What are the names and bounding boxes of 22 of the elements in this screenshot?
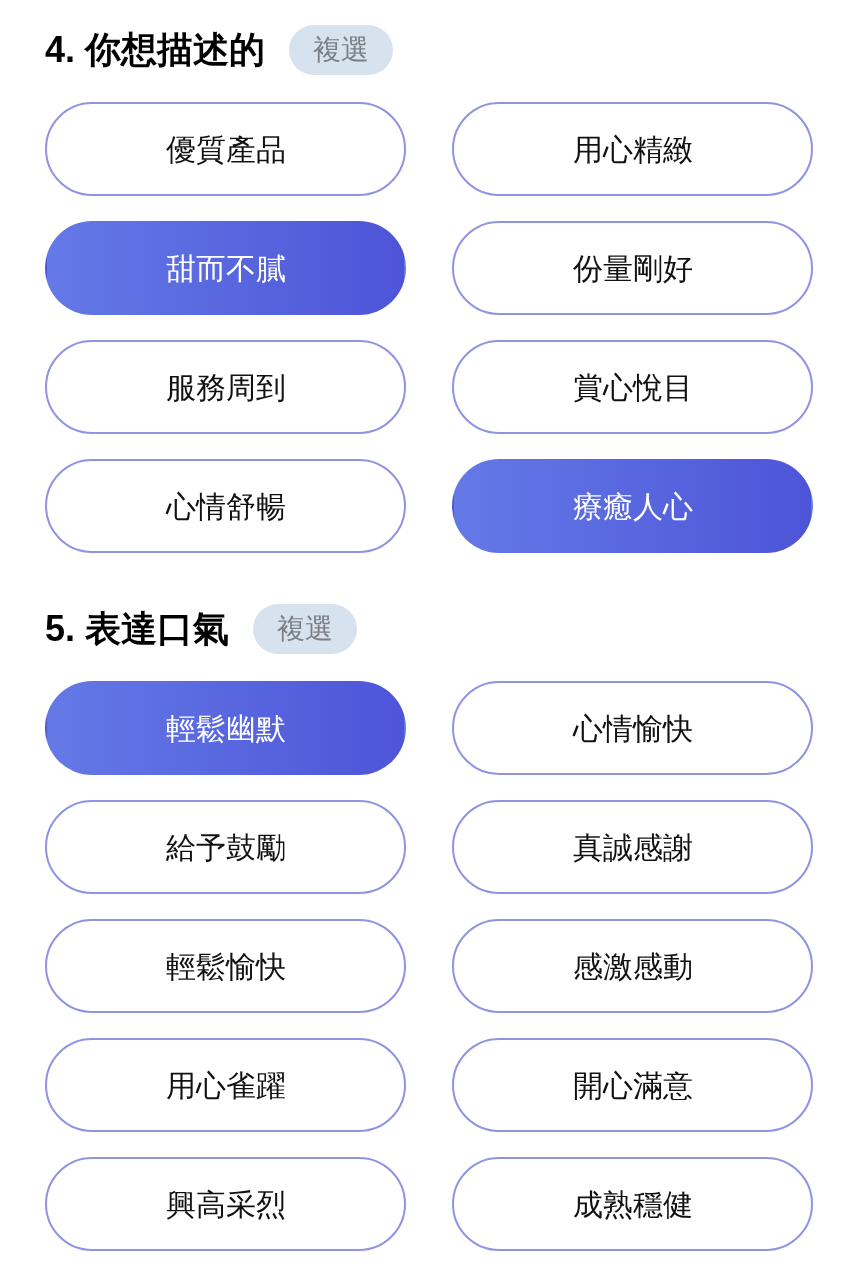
option-chip[interactable]: 用心雀躍 xyxy=(45,1038,406,1132)
option-chip[interactable]: 輕鬆愉快 xyxy=(45,919,406,1013)
option-chip[interactable]: 服務周到 xyxy=(45,340,406,434)
option-chip[interactable]: 心情愉快 xyxy=(452,681,813,775)
option-chip[interactable]: 給予鼓勵 xyxy=(45,800,406,894)
option-chip[interactable]: 成熟穩健 xyxy=(452,1157,813,1251)
option-chip[interactable]: 份量剛好 xyxy=(452,221,813,315)
option-chip[interactable]: 療癒人心 xyxy=(452,459,813,553)
question-title: 5. 表達口氣 xyxy=(45,611,230,647)
option-chip[interactable]: 優質產品 xyxy=(45,102,406,196)
multi-select-badge: 複選 xyxy=(289,25,394,75)
option-chip[interactable]: 真誠感謝 xyxy=(452,800,813,894)
option-chip[interactable]: 心情舒暢 xyxy=(45,459,406,553)
option-chip[interactable]: 開心滿意 xyxy=(452,1038,813,1132)
option-chip[interactable]: 用心精緻 xyxy=(452,102,813,196)
option-chip[interactable]: 興高采烈 xyxy=(45,1157,406,1251)
option-chip[interactable]: 感激感動 xyxy=(452,919,813,1013)
multi-select-badge: 複選 xyxy=(253,604,358,654)
option-chip[interactable]: 輕鬆幽默 xyxy=(45,681,406,775)
option-chip[interactable]: 賞心悅目 xyxy=(452,340,813,434)
option-chip[interactable]: 甜而不膩 xyxy=(45,221,406,315)
question-title: 4. 你想描述的 xyxy=(45,32,266,68)
